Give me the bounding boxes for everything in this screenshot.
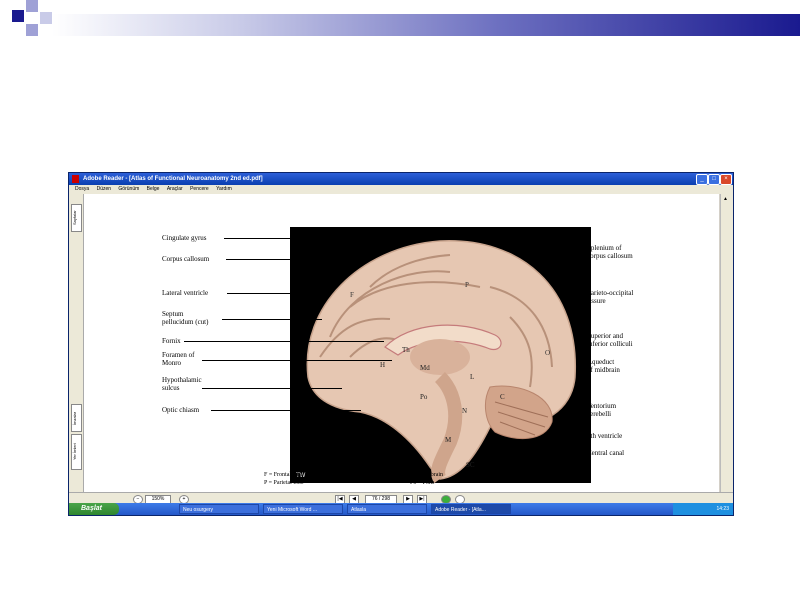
label-fourth-ventricle: 4th ventricle: [587, 432, 623, 440]
leader-line: [211, 410, 361, 411]
label-medulla: M: [445, 436, 452, 444]
menu-bar: Dosya Düzen Görünüm Belge Araçlar Pencer…: [69, 185, 733, 194]
label-pons: Po: [420, 393, 428, 401]
tab-signatures[interactable]: İmzalar: [71, 404, 82, 432]
legend-midbrain: Md = Midbrain: [406, 472, 444, 478]
label-septum-pellucidum: Septum pellucidum (cut): [162, 310, 209, 326]
label-parietal: P: [465, 281, 469, 289]
start-button[interactable]: Başlat: [69, 503, 119, 515]
label-cerebellum: C: [500, 393, 505, 401]
leader-line: [222, 319, 322, 320]
slide-square-light: [26, 0, 38, 12]
label-lateral-ventricle: Lateral ventricle: [162, 289, 209, 297]
legend-frontal: F = Frontal lobe: [264, 472, 303, 478]
leader-line: [184, 341, 384, 342]
leader-line: [227, 293, 327, 294]
adobe-reader-icon: [72, 175, 79, 183]
tab-pages[interactable]: Sayfalar: [71, 204, 82, 232]
leader-line: [202, 360, 392, 361]
label-parieto-occipital-fissure: Parieto-occipital fissure: [587, 289, 634, 305]
legend-parietal: P = Parietal lobe: [264, 480, 304, 486]
menu-item-view[interactable]: Görünüm: [118, 186, 139, 192]
window-titlebar: Adobe Reader - [Atlas of Functional Neur…: [69, 173, 733, 185]
label-fornix: Fornix: [162, 337, 181, 345]
window-title: Adobe Reader - [Atlas of Functional Neur…: [83, 176, 263, 182]
slide-header-gradient-bar: [52, 14, 800, 36]
label-optic-chiasm: Optic chiasm: [162, 406, 200, 414]
label-spinal-cord: SC: [466, 461, 475, 469]
slide-header-decoration: [0, 0, 800, 50]
label-corpus-callosum: Corpus callosum: [162, 255, 210, 263]
label-hypothalamic-sulcus: Hypothalamic sulcus: [162, 376, 202, 392]
leader-line: [226, 259, 316, 260]
slide-square-light: [40, 12, 52, 24]
label-hypothalamus: H: [380, 361, 385, 369]
legend-pons: Po = Pons: [410, 480, 435, 486]
label-splenium: Splenium of corpus callosum: [587, 244, 633, 260]
slide-square-light: [26, 24, 38, 36]
label-aqueduct: Aqueduct of midbrain: [587, 358, 620, 374]
label-colliculi: Superior and inferior colliculi: [587, 332, 633, 348]
menu-item-document[interactable]: Belge: [147, 186, 160, 192]
taskbar-item-word[interactable]: Yeni Microsoft Word ...: [263, 504, 343, 514]
menu-item-tools[interactable]: Araçlar: [167, 186, 183, 192]
navigation-sidebar: Sayfalar İmzalar Yer İmleri: [69, 194, 84, 494]
label-cingulate-gyrus: Cingulate gyrus: [162, 234, 207, 242]
menu-item-edit[interactable]: Düzen: [97, 186, 111, 192]
slide-square-dark: [12, 10, 24, 22]
label-frontal: F: [350, 291, 354, 299]
vertical-scrollbar[interactable]: ▲: [720, 194, 733, 492]
label-lingula: L: [470, 373, 474, 381]
label-nodulus: N: [462, 407, 467, 415]
minimize-button[interactable]: _: [696, 174, 708, 185]
taskbar-item-neurosurgery[interactable]: Neu osurgery: [179, 504, 259, 514]
brain-illustration: F P O Th H Md Po M SC C L N TW: [296, 240, 576, 484]
label-midbrain: Md: [420, 364, 430, 372]
windows-taskbar: Başlat Neu osurgery Yeni Microsoft Word …: [69, 503, 733, 515]
label-central-canal: Central canal: [587, 449, 625, 457]
menu-item-help[interactable]: Yardım: [216, 186, 232, 192]
taskbar-item-adobe-reader[interactable]: Adobe Reader - [Atla...: [431, 504, 511, 514]
menu-item-file[interactable]: Dosya: [75, 186, 89, 192]
document-page: F P O Th H Md Po M SC C L N TW Cingulate…: [84, 194, 719, 492]
adobe-reader-window: Adobe Reader - [Atlas of Functional Neur…: [68, 172, 734, 516]
brain-sagittal-photo: F P O Th H Md Po M SC C L N TW: [290, 227, 591, 484]
label-occipital: O: [545, 349, 550, 357]
close-button[interactable]: ×: [720, 174, 732, 185]
label-tentorium: Tentorium cerebelli: [587, 402, 617, 418]
system-tray-clock: 14:23: [673, 503, 733, 515]
maximize-button[interactable]: □: [708, 174, 720, 185]
taskbar-item-atlasla[interactable]: Atlasla: [347, 504, 427, 514]
menu-item-window[interactable]: Pencere: [190, 186, 209, 192]
tab-bookmarks[interactable]: Yer İmleri: [71, 434, 82, 470]
leader-line: [202, 388, 342, 389]
leader-line: [224, 238, 314, 239]
scroll-up-arrow-icon[interactable]: ▲: [723, 196, 730, 202]
label-foramen-of-monro: Foramen of Monro: [162, 351, 195, 367]
label-thalamus: Th: [402, 346, 410, 354]
